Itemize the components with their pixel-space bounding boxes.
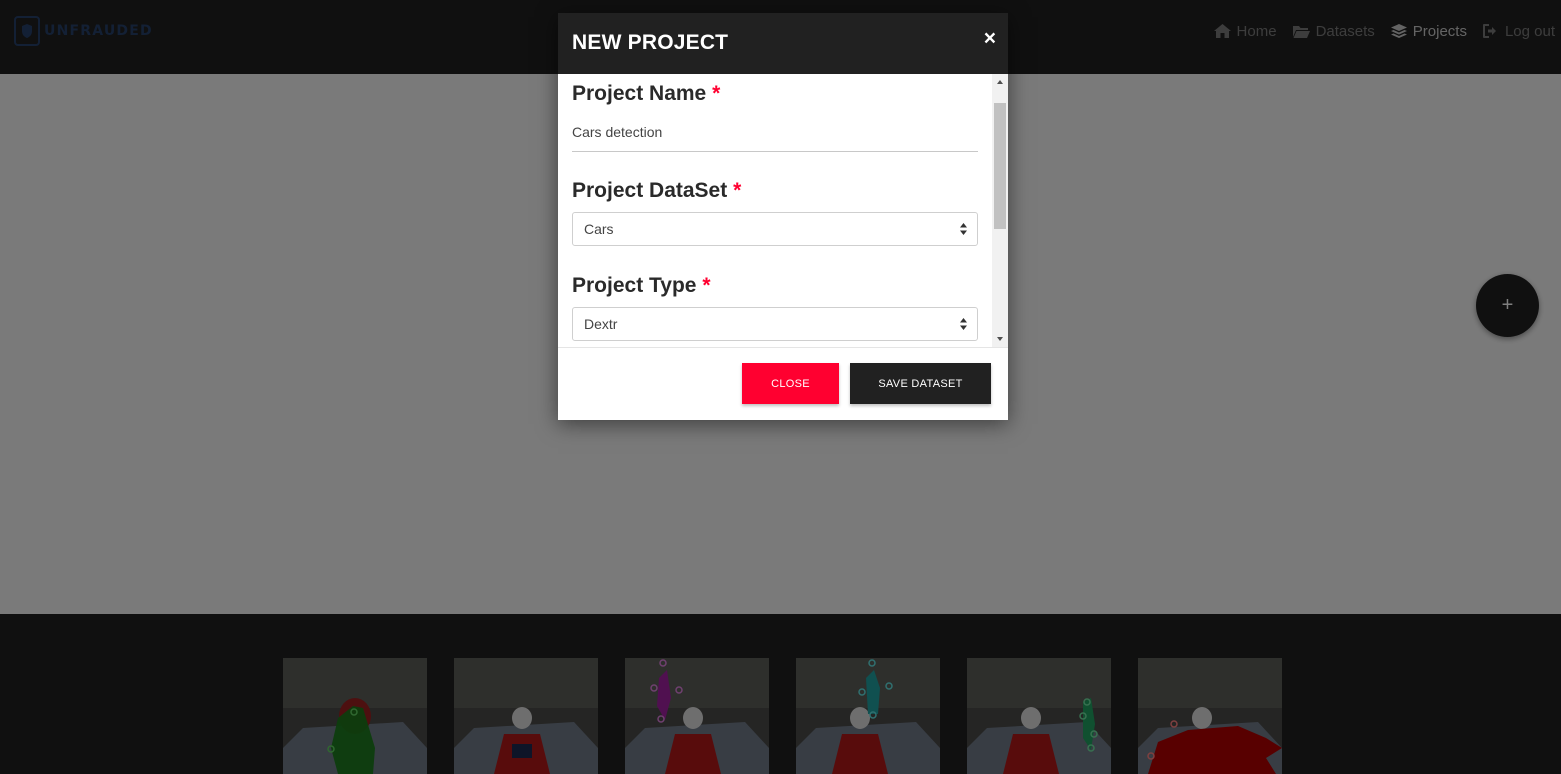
sort-caret-icon [960, 223, 967, 235]
project-name-label-text: Project Name [572, 82, 707, 105]
project-dataset-label-text: Project DataSet [572, 179, 728, 202]
project-dataset-label: Project DataSet * [572, 179, 741, 203]
modal-title: NEW PROJECT [572, 31, 729, 54]
modal-footer: CLOSE SAVE DATASET [558, 347, 1008, 420]
modal-body: Project Name * Project DataSet * Cars Pr… [558, 74, 1008, 347]
project-type-label-text: Project Type [572, 274, 697, 297]
select-value: Cars [584, 221, 614, 237]
sort-caret-icon [960, 318, 967, 330]
project-type-select[interactable]: Dextr [572, 307, 978, 341]
project-type-label: Project Type * [572, 274, 711, 298]
required-mark: * [702, 274, 711, 297]
required-mark: * [712, 82, 721, 105]
close-button[interactable]: CLOSE [742, 363, 839, 404]
project-name-input[interactable] [572, 112, 978, 152]
project-dataset-select[interactable]: Cars [572, 212, 978, 246]
scroll-up-arrow-icon[interactable] [992, 74, 1008, 91]
required-mark: * [733, 179, 742, 202]
select-value: Dextr [584, 316, 618, 332]
new-project-dialog: NEW PROJECT × Project Name * Project Dat… [558, 13, 1008, 420]
save-dataset-button[interactable]: SAVE DATASET [850, 363, 991, 404]
close-icon[interactable]: × [984, 27, 996, 51]
modal-scrollbar[interactable] [992, 74, 1008, 347]
scrollbar-thumb[interactable] [994, 103, 1006, 229]
scroll-down-arrow-icon[interactable] [992, 330, 1008, 347]
project-name-label: Project Name * [572, 82, 720, 106]
modal-header: NEW PROJECT × [558, 13, 1008, 74]
